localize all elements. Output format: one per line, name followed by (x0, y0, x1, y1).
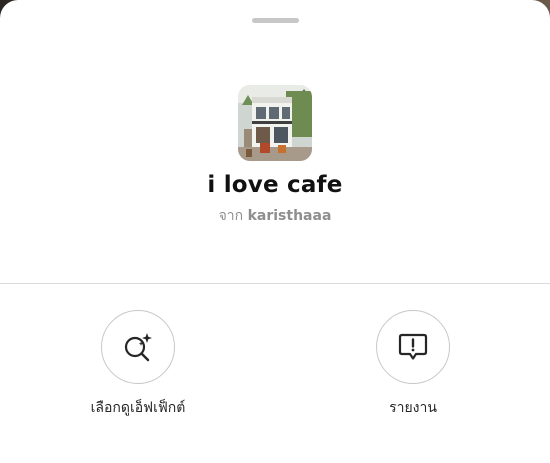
byline-prefix: จาก (218, 208, 244, 224)
creator-username[interactable]: karisthaaa (248, 208, 332, 224)
effect-title: i love cafe (207, 172, 343, 198)
drag-handle[interactable] (252, 18, 299, 23)
report-label: รายงาน (389, 400, 437, 416)
report-button[interactable]: รายงาน (323, 310, 503, 419)
effect-thumbnail (238, 85, 312, 161)
divider (0, 283, 550, 284)
report-circle[interactable] (376, 310, 450, 384)
bottom-sheet: i love cafe จาก karisthaaa เลือกดูเอ็ฟเฟ… (0, 0, 550, 463)
effect-byline: จาก karisthaaa (0, 205, 550, 227)
report-icon (398, 333, 428, 360)
browse-effects-label: เลือกดูเอ็ฟเฟ็กต์ (90, 400, 186, 416)
search-sparkle-icon (124, 333, 152, 362)
browse-effects-circle[interactable] (101, 310, 175, 384)
browse-effects-button[interactable]: เลือกดูเอ็ฟเฟ็กต์ (48, 310, 228, 419)
